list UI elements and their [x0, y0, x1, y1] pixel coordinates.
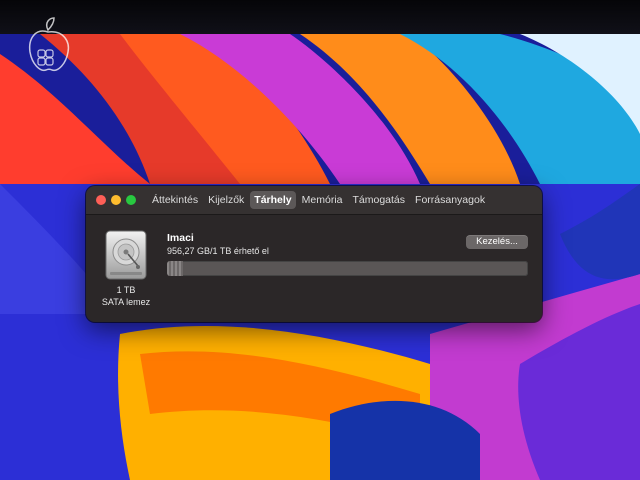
tab-bar: Áttekintés Kijelzők Tárhely Memória Támo…: [148, 191, 489, 209]
disk-size-label: 1 TB: [116, 285, 136, 295]
tab-support[interactable]: Támogatás: [349, 191, 410, 209]
minimize-button[interactable]: [111, 195, 121, 205]
hard-drive-icon: [104, 230, 148, 280]
tab-resources[interactable]: Forrásanyagok: [411, 191, 489, 209]
about-this-mac-window: Áttekintés Kijelzők Tárhely Memória Támo…: [86, 186, 542, 322]
volume-name: Imaci: [167, 232, 194, 244]
tab-memory[interactable]: Memória: [298, 191, 347, 209]
screen-bezel: [0, 0, 640, 34]
tab-displays[interactable]: Kijelzők: [204, 191, 248, 209]
tab-storage[interactable]: Tárhely: [250, 191, 296, 209]
window-titlebar: Áttekintés Kijelzők Tárhely Memória Támo…: [86, 186, 542, 215]
tab-overview[interactable]: Áttekintés: [148, 191, 202, 209]
available-space-text: 956,27 GB/1 TB érhető el: [167, 246, 269, 256]
storage-used-segment: [167, 261, 183, 276]
manage-button[interactable]: Kezelés...: [466, 235, 528, 249]
storage-usage-bar: [167, 261, 528, 276]
close-button[interactable]: [96, 195, 106, 205]
disk-type-label: SATA lemez: [101, 297, 151, 307]
zoom-button[interactable]: [126, 195, 136, 205]
storage-panel: 1 TB SATA lemez Imaci 956,27 GB/1 TB érh…: [86, 215, 542, 322]
apple-logo-icon: [24, 14, 72, 78]
